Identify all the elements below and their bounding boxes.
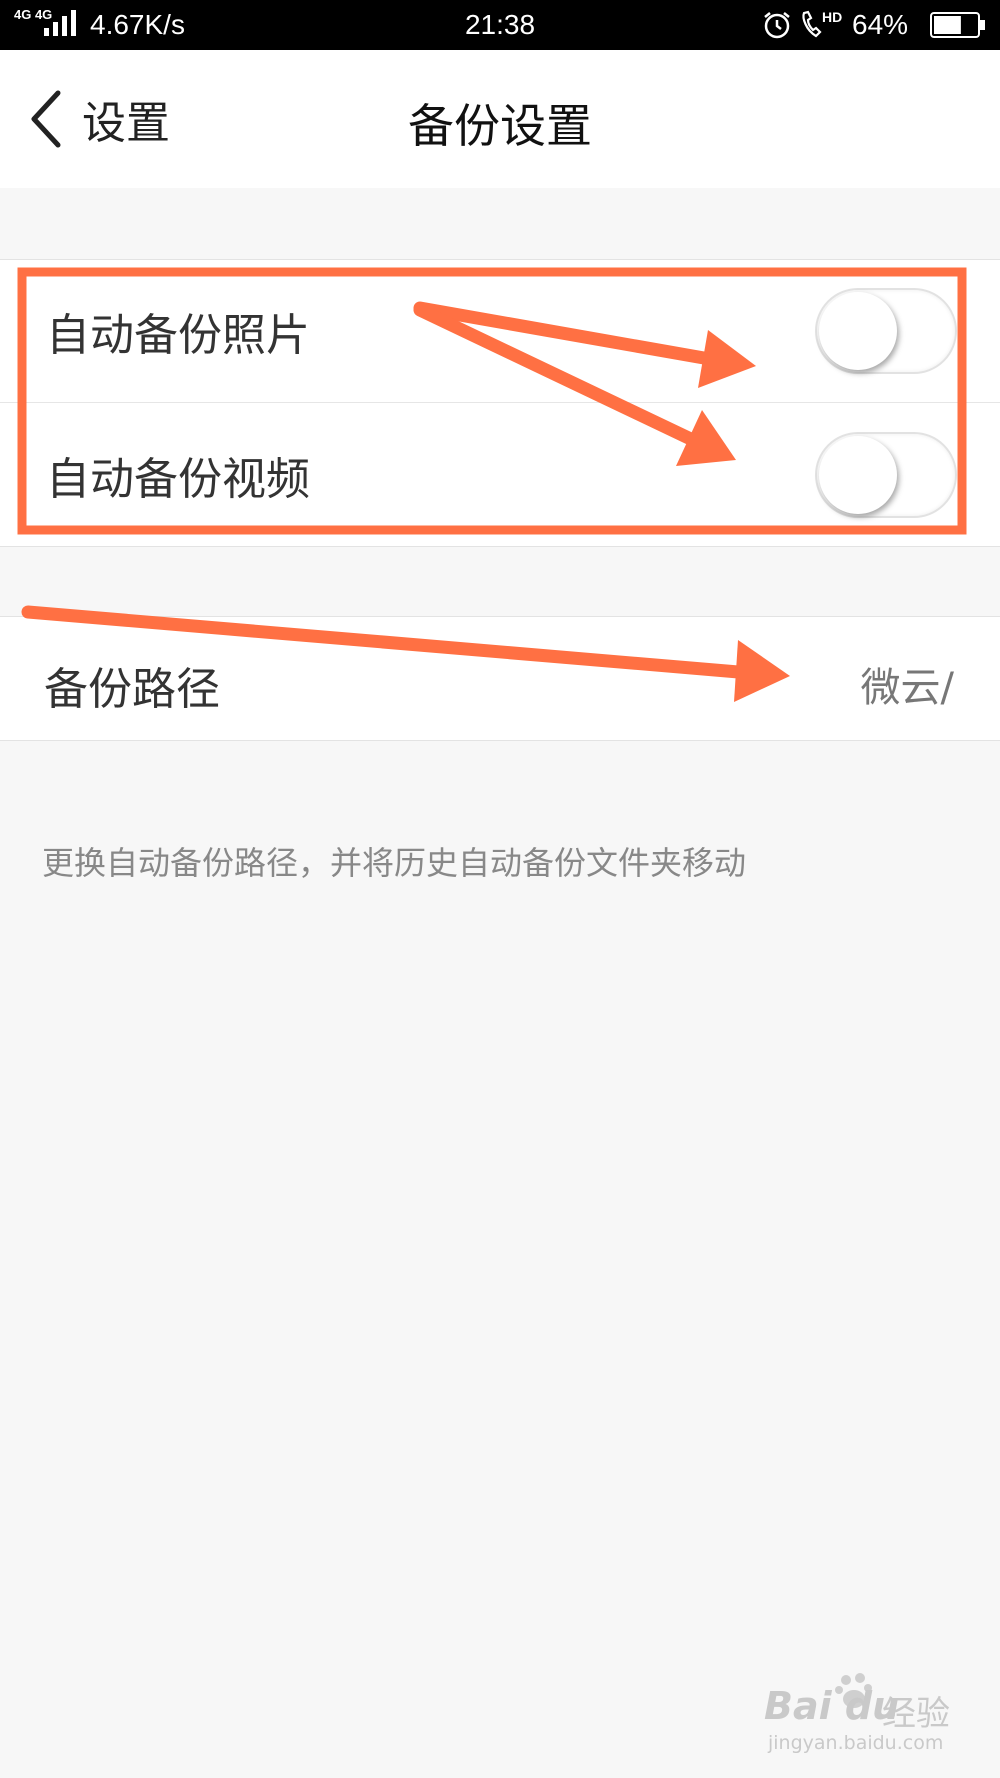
setting-row-auto-backup-videos[interactable]: 自动备份视频	[0, 403, 1000, 547]
battery-percent: 64%	[852, 9, 909, 40]
toggle-knob	[819, 436, 897, 514]
hd-badge: HD	[822, 9, 843, 25]
battery-icon	[930, 12, 985, 38]
watermark-url: jingyan.baidu.com	[768, 1732, 944, 1754]
backup-path-hint: 更换自动备份路径，并将历史自动备份文件夹移动	[42, 844, 747, 882]
backup-path-label: 备份路径	[44, 664, 220, 715]
page-title: 备份设置	[408, 99, 592, 153]
backup-path-value: 微云/	[860, 665, 954, 711]
watermark-brand: Bai du	[764, 1684, 900, 1728]
backup-toggle-group: 自动备份照片 自动备份视频	[0, 259, 1000, 547]
setting-row-backup-path[interactable]: 备份路径 微云/	[0, 616, 1000, 741]
auto-backup-photos-label: 自动备份照片	[46, 310, 310, 361]
alarm-icon	[764, 12, 790, 39]
watermark-cn: 经验	[882, 1694, 950, 1734]
auto-backup-photos-toggle[interactable]	[815, 288, 957, 374]
setting-row-auto-backup-photos[interactable]: 自动备份照片	[0, 260, 1000, 403]
auto-backup-videos-toggle[interactable]	[815, 432, 957, 518]
nav-bar: 设置 备份设置	[0, 50, 1000, 188]
clock: 21:38	[464, 9, 536, 40]
baidu-watermark: Bai du 经验 jingyan.baidu.com	[764, 1672, 964, 1762]
toggle-knob	[819, 292, 897, 370]
auto-backup-videos-label: 自动备份视频	[46, 454, 310, 505]
status-bar: 4G 4G 4.67K/s 21:38 HD 64%	[0, 0, 1000, 50]
